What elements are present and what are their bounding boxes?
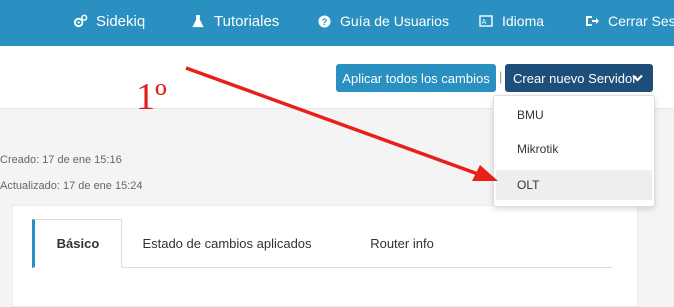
annotation-arrow-icon [185, 66, 498, 181]
